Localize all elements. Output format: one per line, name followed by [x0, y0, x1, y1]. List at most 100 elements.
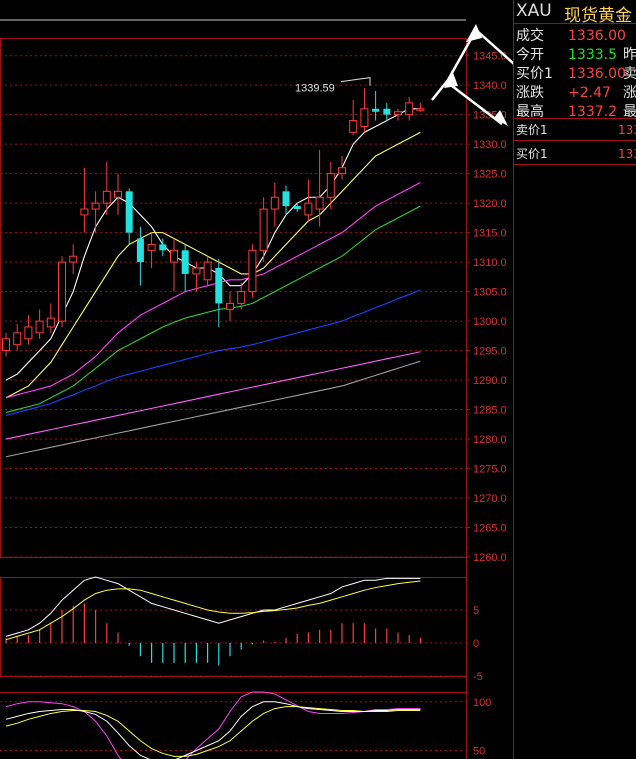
candle-body	[215, 268, 223, 304]
kdj-tick-label: 100	[473, 697, 491, 709]
candle-body	[360, 108, 369, 127]
candle-body	[315, 196, 324, 210]
tick-label: 1340.0	[473, 80, 507, 92]
orderbook-value: 133	[618, 123, 636, 137]
kline-chart[interactable]: 1345.01340.01335.01330.01325.01320.01315…	[0, 0, 513, 759]
candle-body	[35, 320, 44, 334]
candle-body	[394, 111, 402, 116]
candle-body	[203, 261, 212, 281]
symbol-code: XAU	[516, 1, 552, 21]
quote-value: 1337.2	[568, 104, 617, 120]
candle-body	[416, 108, 425, 111]
tick-label: 1270.0	[473, 493, 507, 505]
candle-body	[136, 238, 144, 263]
moving-average-lines	[5, 108, 421, 458]
tick-label: 1275.0	[473, 464, 507, 476]
candle-body	[181, 250, 189, 274]
candle-body	[293, 206, 301, 210]
tick-label: 1265.0	[473, 523, 507, 535]
quote-value: 1333.5	[568, 47, 617, 63]
quote-panel: XAU 现货黄金 成交 1336.00 今开 1333.5 昨买价1 1336.00 卖涨跌…	[513, 0, 636, 759]
candle-body	[349, 120, 358, 133]
orderbook-label: 买价1	[516, 147, 548, 161]
tick-label: 1290.0	[473, 375, 507, 387]
quote-label: 涨跌	[516, 85, 544, 101]
candle-body	[270, 196, 279, 210]
candle-body	[304, 202, 313, 216]
candle-body	[69, 255, 78, 263]
quote-value: +2.47	[568, 85, 611, 101]
tick-label: 1280.0	[473, 434, 507, 446]
quote-label: 成交	[516, 28, 544, 44]
quote-value: 1336.00	[568, 28, 626, 44]
price-annotation: 1339.59	[295, 77, 371, 95]
quote-label: 买价1	[516, 66, 553, 82]
orderbook-label: 卖价1	[516, 123, 548, 137]
candle-body	[91, 202, 100, 210]
candle-body	[226, 302, 234, 310]
candle-body	[282, 191, 290, 207]
arrow-head	[444, 70, 458, 88]
ma-line	[5, 289, 421, 416]
candle-body	[147, 243, 156, 251]
ma-line	[5, 131, 421, 399]
ma-line	[5, 205, 421, 414]
candle-body	[125, 191, 133, 233]
arrow-head	[466, 24, 482, 42]
ma-line	[5, 351, 421, 440]
candle-body	[383, 108, 391, 115]
orderbook-divider	[514, 164, 636, 165]
annotation-label: 1339.59	[295, 83, 335, 95]
kdj-panel: 100 50	[0, 691, 491, 759]
macd-dif-line	[5, 576, 421, 637]
tick-label: 1310.0	[473, 257, 507, 269]
candle-body	[13, 332, 22, 346]
candle-body	[405, 102, 414, 116]
ma-line	[5, 182, 421, 399]
candle-body	[114, 190, 122, 198]
chart-grid	[0, 19, 467, 759]
tick-label: 1325.0	[473, 169, 507, 181]
kdj-d-line	[5, 706, 421, 757]
arrow-up-short	[431, 79, 449, 101]
tick-label: 1295.0	[473, 346, 507, 358]
macd-dea-line	[5, 580, 421, 641]
macd-tick-label: 0	[473, 638, 479, 650]
candle-body	[326, 173, 335, 198]
annotation-pointer	[340, 77, 371, 86]
orderbook-divider	[514, 140, 636, 141]
quote-label: 最高	[516, 104, 544, 120]
orderbook-value: 133	[618, 147, 636, 161]
quote-extra-label: 卖	[623, 66, 636, 82]
quote-label: 今开	[516, 47, 544, 63]
quote-extra-label: 昨	[623, 47, 636, 63]
tick-label: 1260.0	[473, 552, 507, 564]
ma-line	[5, 108, 421, 381]
candle-body	[102, 190, 111, 204]
quote-value: 1336.00	[568, 66, 626, 82]
candle-body	[237, 291, 246, 304]
tick-label: 1320.0	[473, 198, 507, 210]
tick-label: 1305.0	[473, 287, 507, 299]
candle-body	[80, 208, 89, 216]
ma-line	[5, 360, 421, 458]
header-divider	[514, 23, 636, 24]
quote-extra-label: 最	[623, 104, 636, 120]
candlesticks	[2, 88, 425, 357]
candle-body	[170, 249, 178, 263]
tick-label: 1300.0	[473, 316, 507, 328]
candle-body	[259, 208, 268, 251]
candle-body	[192, 267, 201, 275]
tick-label: 1285.0	[473, 405, 507, 417]
candle-body	[248, 249, 257, 293]
kdj-k-line	[5, 701, 421, 759]
candle-body	[46, 317, 55, 328]
candle-body	[338, 167, 346, 175]
macd-tick-label: -5	[473, 671, 483, 683]
tick-label: 1330.0	[473, 139, 507, 151]
candle-body	[2, 338, 10, 352]
candle-body	[159, 244, 167, 251]
quote-extra-label: 涨	[623, 85, 636, 101]
macd-panel: 5 0 -5	[0, 576, 483, 683]
price-axis: 1345.01340.01335.01330.01325.01320.01315…	[466, 51, 507, 564]
